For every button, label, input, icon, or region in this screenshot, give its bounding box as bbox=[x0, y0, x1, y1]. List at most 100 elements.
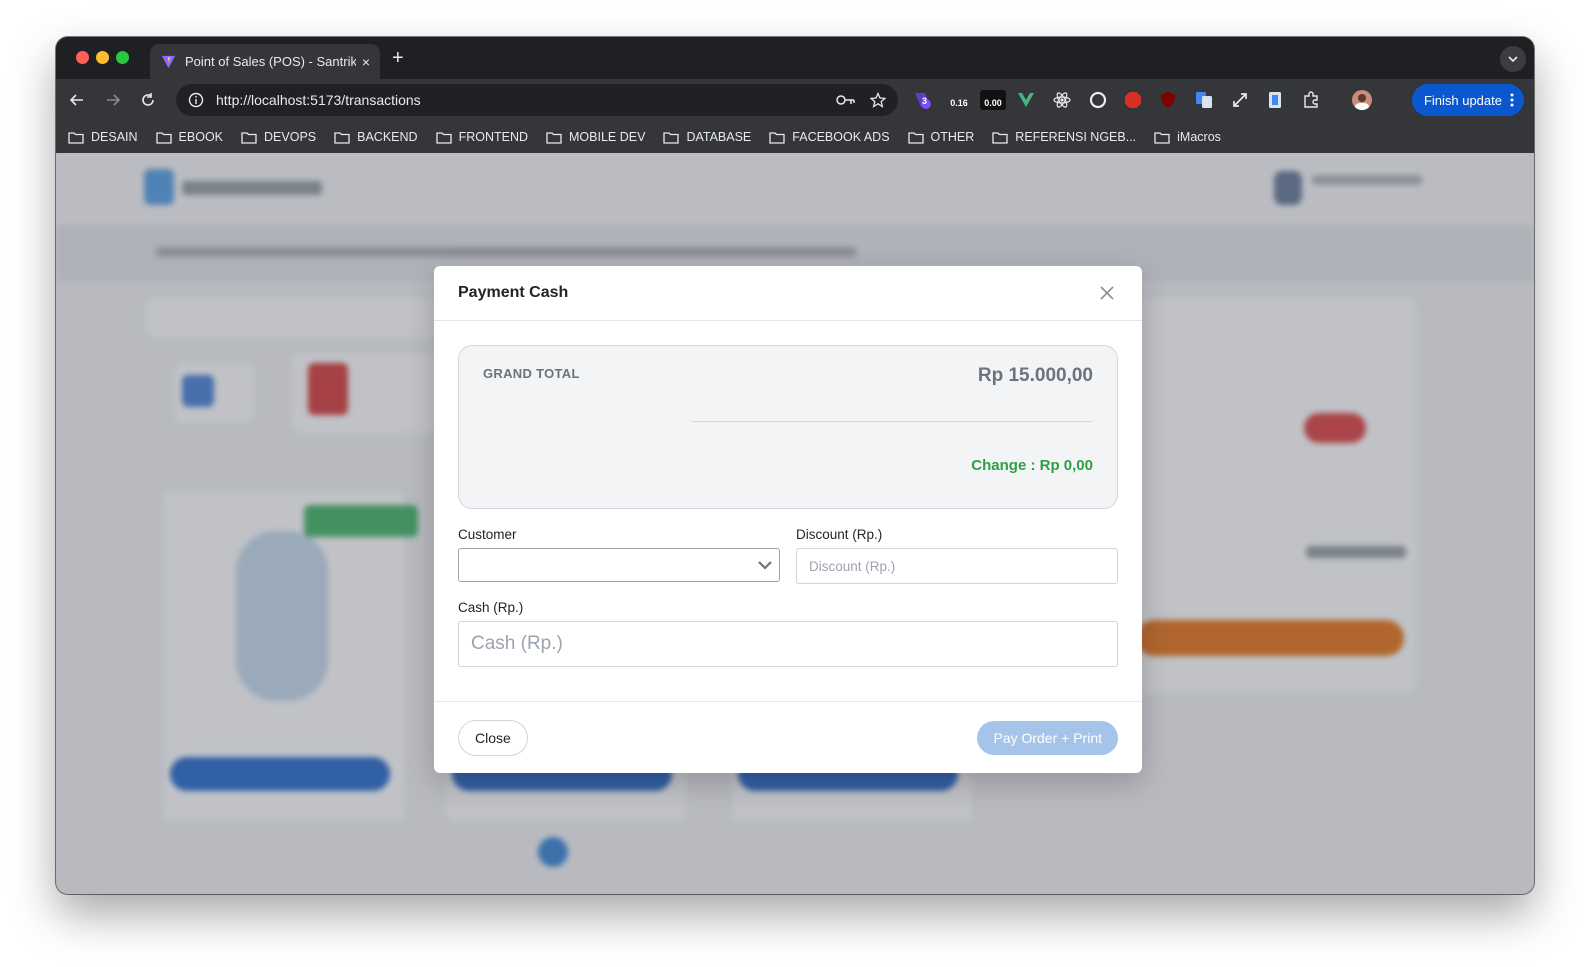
document-extension-icon[interactable] bbox=[1265, 90, 1285, 110]
pay-order-print-button[interactable]: Pay Order + Print bbox=[977, 720, 1118, 755]
tab-strip: Point of Sales (POS) - Santrik × + bbox=[56, 37, 1534, 79]
bookmark-label: iMacros bbox=[1177, 130, 1221, 144]
total-divider bbox=[691, 421, 1093, 422]
finish-update-label: Finish update bbox=[1423, 92, 1502, 108]
bookmark-folder-3[interactable]: BACKEND bbox=[334, 130, 418, 144]
bookmark-label: BACKEND bbox=[357, 130, 418, 144]
address-bar[interactable]: http://localhost:5173/transactions bbox=[176, 84, 898, 116]
close-window-button[interactable] bbox=[76, 51, 89, 64]
modal-close-icon[interactable] bbox=[1096, 282, 1118, 304]
modal-body: GRAND TOTAL Rp 15.000,00 Change : Rp 0,0… bbox=[434, 321, 1142, 667]
resize-arrows-icon[interactable] bbox=[1230, 90, 1250, 110]
forward-button[interactable] bbox=[102, 89, 124, 111]
new-tab-button[interactable]: + bbox=[392, 47, 404, 70]
browser-toolbar: http://localhost:5173/transactions 3 0.1… bbox=[56, 79, 1534, 121]
cash-input[interactable] bbox=[458, 621, 1118, 667]
bookmark-label: EBOOK bbox=[178, 130, 224, 144]
folder-icon bbox=[435, 131, 452, 144]
site-info-icon[interactable] bbox=[188, 92, 204, 108]
bookmark-folder-5[interactable]: MOBILE DEV bbox=[546, 130, 645, 144]
more-vertical-icon bbox=[1510, 93, 1514, 107]
bookmark-label: FACEBOOK ADS bbox=[792, 130, 890, 144]
ext-lcp-badge: 0.00 bbox=[984, 98, 1002, 108]
minimize-window-button[interactable] bbox=[96, 51, 109, 64]
close-button[interactable]: Close bbox=[458, 719, 528, 756]
lcp-badge-icon[interactable]: 0.00 bbox=[980, 90, 1006, 110]
folder-icon bbox=[907, 131, 924, 144]
page-content: Payment Cash GRAND TOTAL Rp 15.000,00 Ch… bbox=[56, 153, 1534, 894]
web-vitals-icon[interactable]: 0.16 bbox=[946, 90, 972, 110]
folder-icon bbox=[241, 131, 257, 144]
customer-select[interactable] bbox=[458, 548, 780, 582]
bookmark-label: DESAIN bbox=[91, 130, 138, 144]
grand-total-value: Rp 15.000,00 bbox=[977, 365, 1093, 386]
chevron-down-icon bbox=[758, 561, 772, 570]
bookmarks-bar: DESAIN EBOOK DEVOPS BACKEND FRONTEND MOBILE D… bbox=[56, 121, 1534, 153]
bookmark-folder-4[interactable]: FRONTEND bbox=[435, 130, 529, 144]
folder-icon bbox=[663, 131, 680, 144]
ring-extension-icon[interactable] bbox=[1088, 90, 1108, 110]
browser-tab[interactable]: Point of Sales (POS) - Santrik × bbox=[150, 44, 380, 79]
bookmark-star-icon[interactable] bbox=[870, 92, 886, 108]
google-translate-icon[interactable] bbox=[1194, 90, 1214, 110]
finish-update-button[interactable]: Finish update bbox=[1411, 84, 1524, 116]
folder-icon bbox=[546, 131, 562, 144]
tab-search-button[interactable] bbox=[1500, 46, 1526, 72]
discount-input[interactable] bbox=[796, 548, 1118, 584]
chevron-down-icon bbox=[1508, 56, 1518, 63]
bookmark-folder-2[interactable]: DEVOPS bbox=[241, 130, 316, 144]
back-button[interactable] bbox=[66, 89, 88, 111]
payment-cash-modal: Payment Cash GRAND TOTAL Rp 15.000,00 Ch… bbox=[434, 266, 1142, 773]
extension-icon-purple[interactable]: 3 bbox=[912, 90, 932, 110]
bookmark-folder-6[interactable]: DATABASE bbox=[663, 130, 751, 144]
folder-icon bbox=[769, 131, 785, 144]
react-devtools-icon[interactable] bbox=[1052, 90, 1072, 110]
ext-lcp-value: 0.16 bbox=[950, 98, 968, 108]
change-amount: Change : Rp 0,00 bbox=[971, 457, 1093, 474]
folder-icon bbox=[1154, 131, 1170, 144]
customer-label: Customer bbox=[458, 527, 517, 542]
browser-window: Point of Sales (POS) - Santrik × + http:… bbox=[56, 37, 1534, 894]
bookmark-folder-10[interactable]: iMacros bbox=[1154, 130, 1221, 144]
folder-icon bbox=[334, 131, 350, 144]
folder-icon bbox=[992, 131, 1008, 144]
reload-icon bbox=[142, 93, 154, 106]
maximize-window-button[interactable] bbox=[116, 51, 129, 64]
bookmark-label: DATABASE bbox=[686, 130, 752, 144]
grand-total-label: GRAND TOTAL bbox=[483, 366, 580, 381]
tab-close-icon[interactable]: × bbox=[362, 54, 370, 70]
modal-title: Payment Cash bbox=[458, 284, 569, 301]
reload-button[interactable] bbox=[137, 89, 159, 111]
discount-label: Discount (Rp.) bbox=[796, 527, 883, 542]
adblock-plus-icon[interactable] bbox=[1123, 90, 1143, 110]
modal-header: Payment Cash bbox=[434, 266, 1142, 321]
customer-discount-row: Customer Discount (Rp.) bbox=[458, 527, 1118, 584]
bookmark-folder-1[interactable]: EBOOK bbox=[155, 130, 224, 144]
bookmark-label: REFERENSI NGEB... bbox=[1015, 130, 1137, 144]
ublock-origin-icon[interactable] bbox=[1158, 90, 1178, 110]
password-key-icon[interactable] bbox=[836, 93, 856, 107]
vue-devtools-icon[interactable] bbox=[1016, 90, 1036, 110]
ext-badge-3: 3 bbox=[922, 96, 928, 106]
url-text[interactable]: http://localhost:5173/transactions bbox=[216, 92, 822, 108]
extensions-puzzle-icon[interactable] bbox=[1301, 90, 1321, 110]
bookmark-label: DEVOPS bbox=[264, 130, 317, 144]
bookmark-folder-8[interactable]: OTHER bbox=[907, 130, 975, 144]
modal-footer: Close Pay Order + Print bbox=[434, 701, 1142, 773]
folder-icon bbox=[68, 131, 84, 144]
grand-total-box: GRAND TOTAL Rp 15.000,00 Change : Rp 0,0… bbox=[458, 345, 1118, 509]
arrow-right-icon bbox=[107, 94, 121, 106]
tab-title: Point of Sales (POS) - Santrik bbox=[185, 54, 356, 69]
cash-label: Cash (Rp.) bbox=[458, 600, 524, 615]
cash-field: Cash (Rp.) bbox=[458, 600, 1118, 667]
profile-avatar[interactable] bbox=[1352, 90, 1372, 110]
customer-field: Customer bbox=[458, 527, 780, 584]
bookmark-folder-9[interactable]: REFERENSI NGEB... bbox=[992, 130, 1136, 144]
bookmark-label: OTHER bbox=[930, 130, 975, 144]
discount-field: Discount (Rp.) bbox=[796, 527, 1118, 584]
bookmark-folder-0[interactable]: DESAIN bbox=[68, 130, 138, 144]
bookmark-folder-7[interactable]: FACEBOOK ADS bbox=[769, 130, 890, 144]
vite-favicon-icon bbox=[160, 54, 176, 70]
bookmark-label: FRONTEND bbox=[458, 130, 529, 144]
folder-icon bbox=[155, 131, 172, 144]
